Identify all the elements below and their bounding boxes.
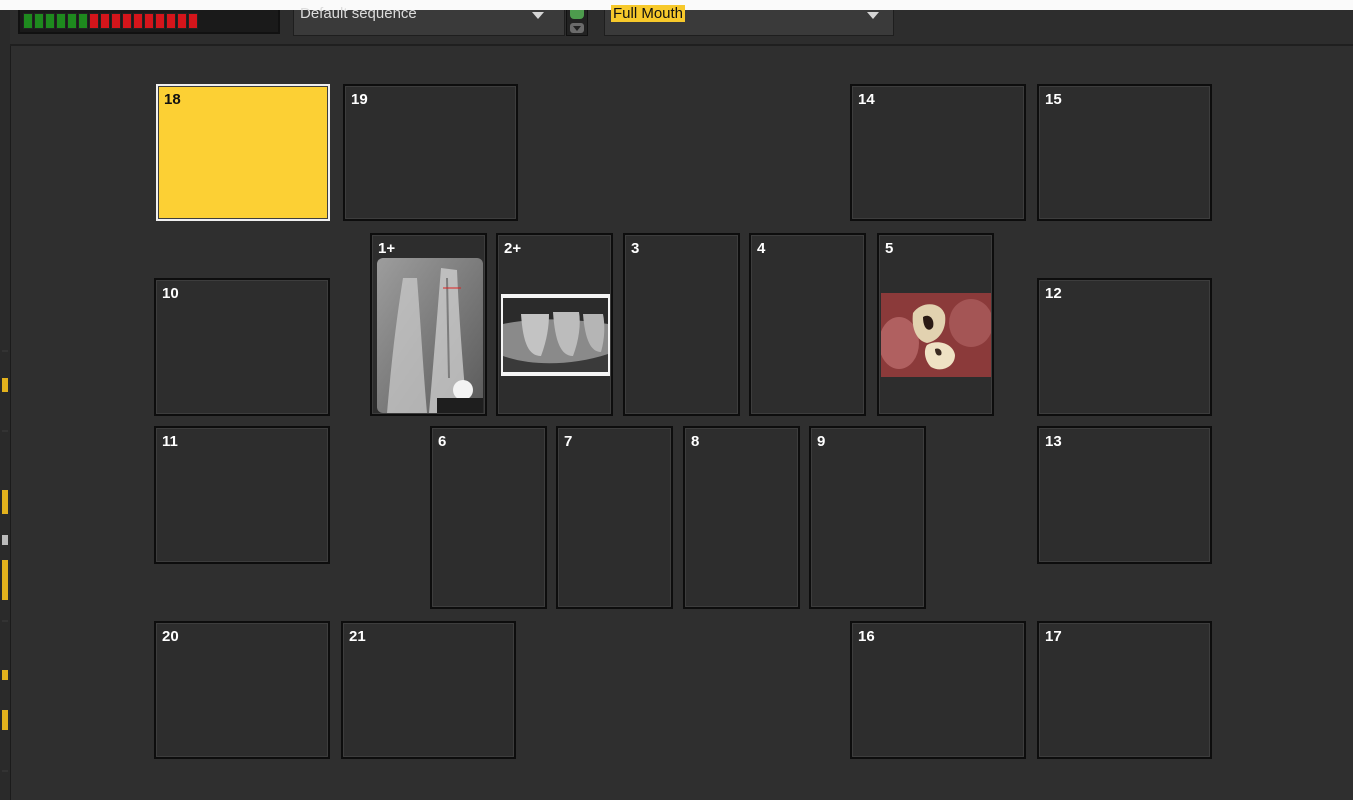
slot-number: 12 [1045,285,1062,302]
mount-slot[interactable]: 3 [623,233,740,416]
spinner-down-button[interactable] [570,23,584,33]
mount-slot[interactable]: 12 [1037,278,1212,416]
intraoral-photo-image[interactable] [881,293,991,377]
meter-segment-red [133,13,143,29]
acquisition-toolbar: Default sequence Full Mouth [10,5,1353,46]
mount-slot[interactable]: 19 [343,84,518,221]
template-dropdown-value: Full Mouth [611,5,686,22]
signal-level-meter [18,10,280,34]
meter-segment-green [23,13,33,29]
slot-number: 14 [858,91,875,108]
slot-number: 7 [564,433,573,450]
slot-number: 15 [1045,91,1062,108]
mount-slot[interactable]: 2+ [496,233,613,416]
sequence-spinner[interactable] [566,10,588,36]
tool-icon[interactable] [2,670,8,680]
slot-number: 8 [691,433,700,450]
mount-slot[interactable]: 20 [154,621,330,759]
mount-slot[interactable]: 6 [430,426,547,609]
divider [2,770,8,772]
mount-slot[interactable]: 13 [1037,426,1212,564]
mount-slot[interactable]: 1+ [370,233,487,416]
tool-icon[interactable] [2,560,8,600]
spinner-up-button[interactable] [570,10,584,19]
slot-number: 4 [757,240,766,257]
left-side-toolbar [0,10,11,800]
meter-segment-green [34,13,44,29]
periapical-xray-image[interactable] [377,258,483,413]
mount-slot[interactable]: 21 [341,621,516,759]
slot-number: 11 [162,433,178,450]
mount-slot[interactable]: 4 [749,233,866,416]
mount-slot[interactable]: 11 [154,426,330,564]
mount-slot[interactable]: 9 [809,426,926,609]
meter-segment-red [100,13,110,29]
slot-number: 16 [858,628,875,645]
close-icon[interactable] [2,535,8,545]
tool-icon[interactable] [2,378,8,392]
meter-segment-red [111,13,121,29]
slot-number: 6 [438,433,447,450]
mount-slot[interactable]: 15 [1037,84,1212,221]
mount-slot[interactable]: 5 [877,233,994,416]
meter-segment-red [188,13,198,29]
slot-number: 17 [1045,628,1062,645]
slot-number: 19 [351,91,368,108]
divider [2,350,8,352]
slot-number: 9 [817,433,826,450]
meter-segment-green [45,13,55,29]
slot-number: 18 [164,91,181,108]
meter-segment-green [78,13,88,29]
slot-number: 3 [631,240,640,257]
mount-slot[interactable]: 8 [683,426,800,609]
sequence-dropdown-value: Default sequence [300,5,417,22]
mount-slot[interactable]: 10 [154,278,330,416]
slot-number: 2+ [504,240,522,257]
slot-number: 10 [162,285,179,302]
slot-number: 21 [349,628,366,645]
tool-icon[interactable] [2,710,8,730]
meter-segment-red [177,13,187,29]
meter-segment-red [89,13,99,29]
meter-segment-red [144,13,154,29]
sequence-dropdown[interactable]: Default sequence [293,5,565,36]
slot-number: 13 [1045,433,1062,450]
chevron-down-icon[interactable] [532,12,544,19]
slot-number: 20 [162,628,179,645]
chevron-down-icon[interactable] [867,12,879,19]
mount-slot[interactable]: 14 [850,84,1026,221]
meter-segment-red [122,13,132,29]
mount-slot[interactable]: 18 [156,84,330,221]
slot-number: 1+ [378,240,396,257]
bitewing-xray-image[interactable] [501,294,610,376]
meter-segment-red [166,13,176,29]
meter-segment-green [56,13,66,29]
divider [2,620,8,622]
mount-slot[interactable]: 7 [556,426,673,609]
divider [2,430,8,432]
meter-segment-green [67,13,77,29]
mount-slot[interactable]: 16 [850,621,1026,759]
template-dropdown[interactable]: Full Mouth [604,5,894,36]
slot-number: 5 [885,240,894,257]
meter-segment-red [155,13,165,29]
mount-slot[interactable]: 17 [1037,621,1212,759]
tool-icon[interactable] [2,490,8,514]
